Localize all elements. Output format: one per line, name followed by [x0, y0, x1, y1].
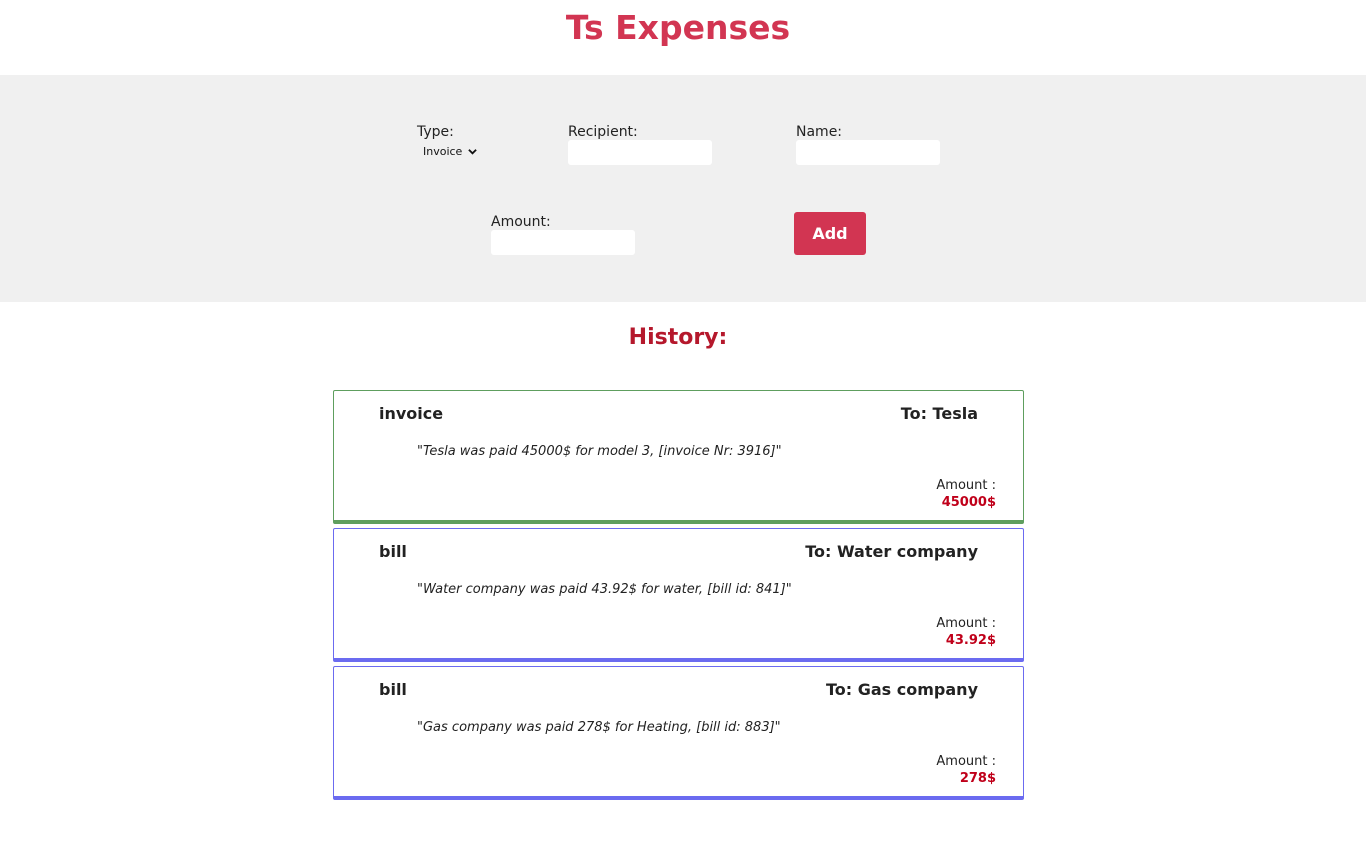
name-input[interactable] — [796, 140, 940, 165]
card-amount: 278$ — [959, 771, 996, 786]
type-select[interactable]: Invoice — [423, 142, 478, 160]
name-field: Name: — [796, 123, 946, 168]
type-label: Type: — [417, 124, 454, 140]
card-description: "Gas company was paid 278$ for Heating, … — [417, 720, 781, 735]
card-amount: 45000$ — [941, 495, 996, 510]
recipient-input[interactable] — [568, 140, 712, 165]
chevron-down-icon — [468, 148, 478, 155]
card-recipient: To: Gas company — [826, 680, 978, 699]
card-description: "Water company was paid 43.92$ for water… — [417, 582, 792, 597]
add-button[interactable]: Add — [794, 212, 866, 255]
card-amount-label: Amount : — [936, 616, 996, 631]
history-title: History: — [628, 325, 728, 350]
history-card: invoice To: Tesla "Tesla was paid 45000$… — [333, 390, 1024, 524]
recipient-label: Recipient: — [568, 124, 638, 140]
history-card: bill To: Gas company "Gas company was pa… — [333, 666, 1024, 800]
recipient-field: Recipient: — [568, 123, 718, 168]
card-type: invoice — [379, 404, 444, 423]
name-label: Name: — [796, 124, 843, 140]
card-amount-label: Amount : — [936, 754, 996, 769]
card-amount-label: Amount : — [936, 478, 996, 493]
amount-field: Amount: — [491, 213, 641, 258]
card-description: "Tesla was paid 45000$ for model 3, [inv… — [417, 444, 782, 459]
app-title: Ts Expenses — [565, 8, 791, 47]
amount-input[interactable] — [491, 230, 635, 255]
card-amount: 43.92$ — [945, 633, 996, 648]
card-recipient: To: Tesla — [900, 404, 978, 423]
type-select-value: Invoice — [423, 144, 463, 158]
history-card: bill To: Water company "Water company wa… — [333, 528, 1024, 662]
expense-form: Type: Invoice Recipient: Name: Amount: A… — [0, 75, 1366, 302]
card-type: bill — [379, 680, 407, 699]
type-field: Type: Invoice — [417, 123, 517, 163]
card-type: bill — [379, 542, 407, 561]
card-recipient: To: Water company — [805, 542, 978, 561]
amount-label: Amount: — [491, 214, 551, 230]
